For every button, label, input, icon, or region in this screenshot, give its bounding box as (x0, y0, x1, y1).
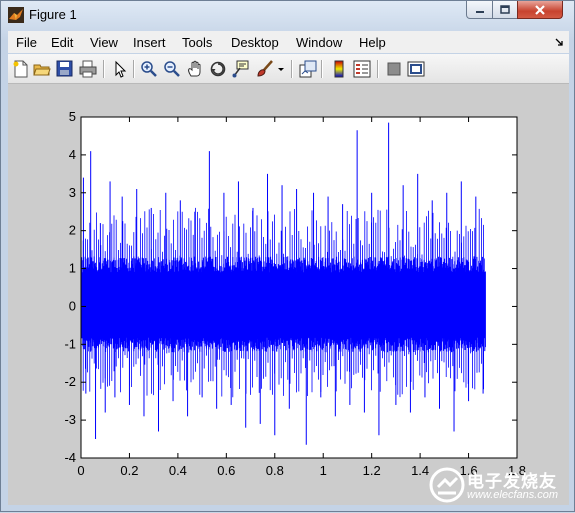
toolbar-separator (291, 60, 293, 78)
open-file-button[interactable] (33, 60, 51, 78)
x-tick-label: 0 (77, 463, 84, 478)
menu-desktop[interactable]: Desktop (231, 35, 279, 50)
y-tick-label: -1 (64, 336, 76, 351)
print-icon (79, 60, 97, 78)
y-tick-label: 1 (69, 261, 76, 276)
print-button[interactable] (79, 60, 97, 78)
figure-canvas[interactable]: 0 0.2 0.4 0.6 0.8 1 1.2 1.4 1.6 1.8 -4 -3 -2 -1 0 1 2 3 4… (8, 84, 569, 505)
y-tick-label: 5 (69, 109, 76, 124)
brush-dropdown-icon (278, 68, 284, 71)
matlab-logo-icon (8, 7, 24, 23)
x-tick-label: 1.2 (363, 463, 381, 478)
x-tick-label: 0.8 (266, 463, 284, 478)
menu-bar: File Edit View Insert Tools Desktop Wind… (8, 31, 569, 53)
y-tick-label: 4 (69, 147, 76, 162)
menu-window[interactable]: Window (296, 35, 342, 50)
close-icon (535, 4, 545, 15)
brush-button[interactable] (256, 60, 274, 78)
show-plot-tools-button[interactable] (407, 60, 425, 78)
y-tick-label: 3 (69, 185, 76, 200)
show-plot-tools-icon (407, 61, 425, 77)
save-button[interactable] (56, 60, 74, 78)
dock-arrow-icon[interactable] (555, 38, 564, 47)
watermark-url: www.elecfans.com (467, 489, 559, 501)
hide-plot-tools-icon (387, 62, 401, 76)
colorbar-button[interactable] (330, 60, 348, 78)
toolbar-separator (321, 60, 323, 78)
zoom-out-icon (164, 61, 180, 77)
edit-plot-arrow-icon (115, 60, 127, 78)
window-title: Figure 1 (29, 7, 77, 22)
x-tick-label: 1.4 (411, 463, 429, 478)
brush-icon (257, 60, 273, 77)
y-tick-label: -2 (64, 374, 76, 389)
toolbar-separator (133, 60, 135, 78)
edit-plot-button[interactable] (111, 60, 129, 78)
menu-insert[interactable]: Insert (133, 35, 166, 50)
menu-file[interactable]: File (16, 35, 37, 50)
maximize-button[interactable] (492, 1, 518, 19)
y-tick-label: -4 (64, 450, 76, 465)
new-figure-button[interactable] (12, 60, 30, 78)
minimize-button[interactable] (466, 1, 493, 19)
menu-view[interactable]: View (90, 35, 118, 50)
watermark: 电子发烧友 www.elecfans.com (429, 461, 575, 513)
zoom-in-button[interactable] (140, 60, 158, 78)
x-tick-label: 1 (320, 463, 327, 478)
title-bar[interactable]: Figure 1 (1, 1, 574, 29)
signal-plot[interactable]: 0 0.2 0.4 0.6 0.8 1 1.2 1.4 1.6 1.8 -4-3-2-101234… (8, 84, 569, 505)
maximize-icon (500, 5, 510, 14)
y-tick-label: 2 (69, 223, 76, 238)
zoom-out-button[interactable] (163, 60, 181, 78)
x-tick-label: 0.6 (217, 463, 235, 478)
rotate-3d-icon (210, 61, 226, 77)
x-tick-label: 0.4 (169, 463, 187, 478)
link-plot-button[interactable] (299, 60, 317, 78)
data-cursor-icon (232, 60, 249, 78)
minimize-icon (475, 10, 484, 13)
figure-toolbar (8, 54, 569, 84)
data-cursor-button[interactable] (232, 60, 250, 78)
menu-edit[interactable]: Edit (51, 35, 73, 50)
zoom-in-icon (141, 61, 157, 77)
figure-window: Figure 1 File Edit View Insert Tools Des… (0, 0, 575, 512)
new-figure-icon (13, 60, 28, 78)
y-tick-label: 0 (69, 298, 76, 313)
brush-dropdown-button[interactable] (276, 60, 286, 78)
colorbar-icon (334, 60, 344, 78)
rotate-3d-button[interactable] (209, 60, 227, 78)
open-file-icon (33, 64, 51, 76)
pan-hand-icon (188, 60, 201, 77)
toolbar-separator (377, 60, 379, 78)
toolbar-separator (103, 60, 105, 78)
legend-button[interactable] (353, 60, 371, 78)
menu-tools[interactable]: Tools (182, 35, 212, 50)
link-plot-icon (299, 60, 317, 78)
menu-help[interactable]: Help (359, 35, 386, 50)
close-button[interactable] (517, 1, 563, 19)
save-icon (56, 60, 73, 77)
hide-plot-tools-button[interactable] (385, 60, 403, 78)
legend-icon (353, 60, 371, 78)
x-tick-label: 0.2 (120, 463, 138, 478)
y-tick-label: -3 (64, 412, 76, 427)
pan-button[interactable] (186, 60, 204, 78)
elecfans-logo-icon (429, 467, 465, 503)
